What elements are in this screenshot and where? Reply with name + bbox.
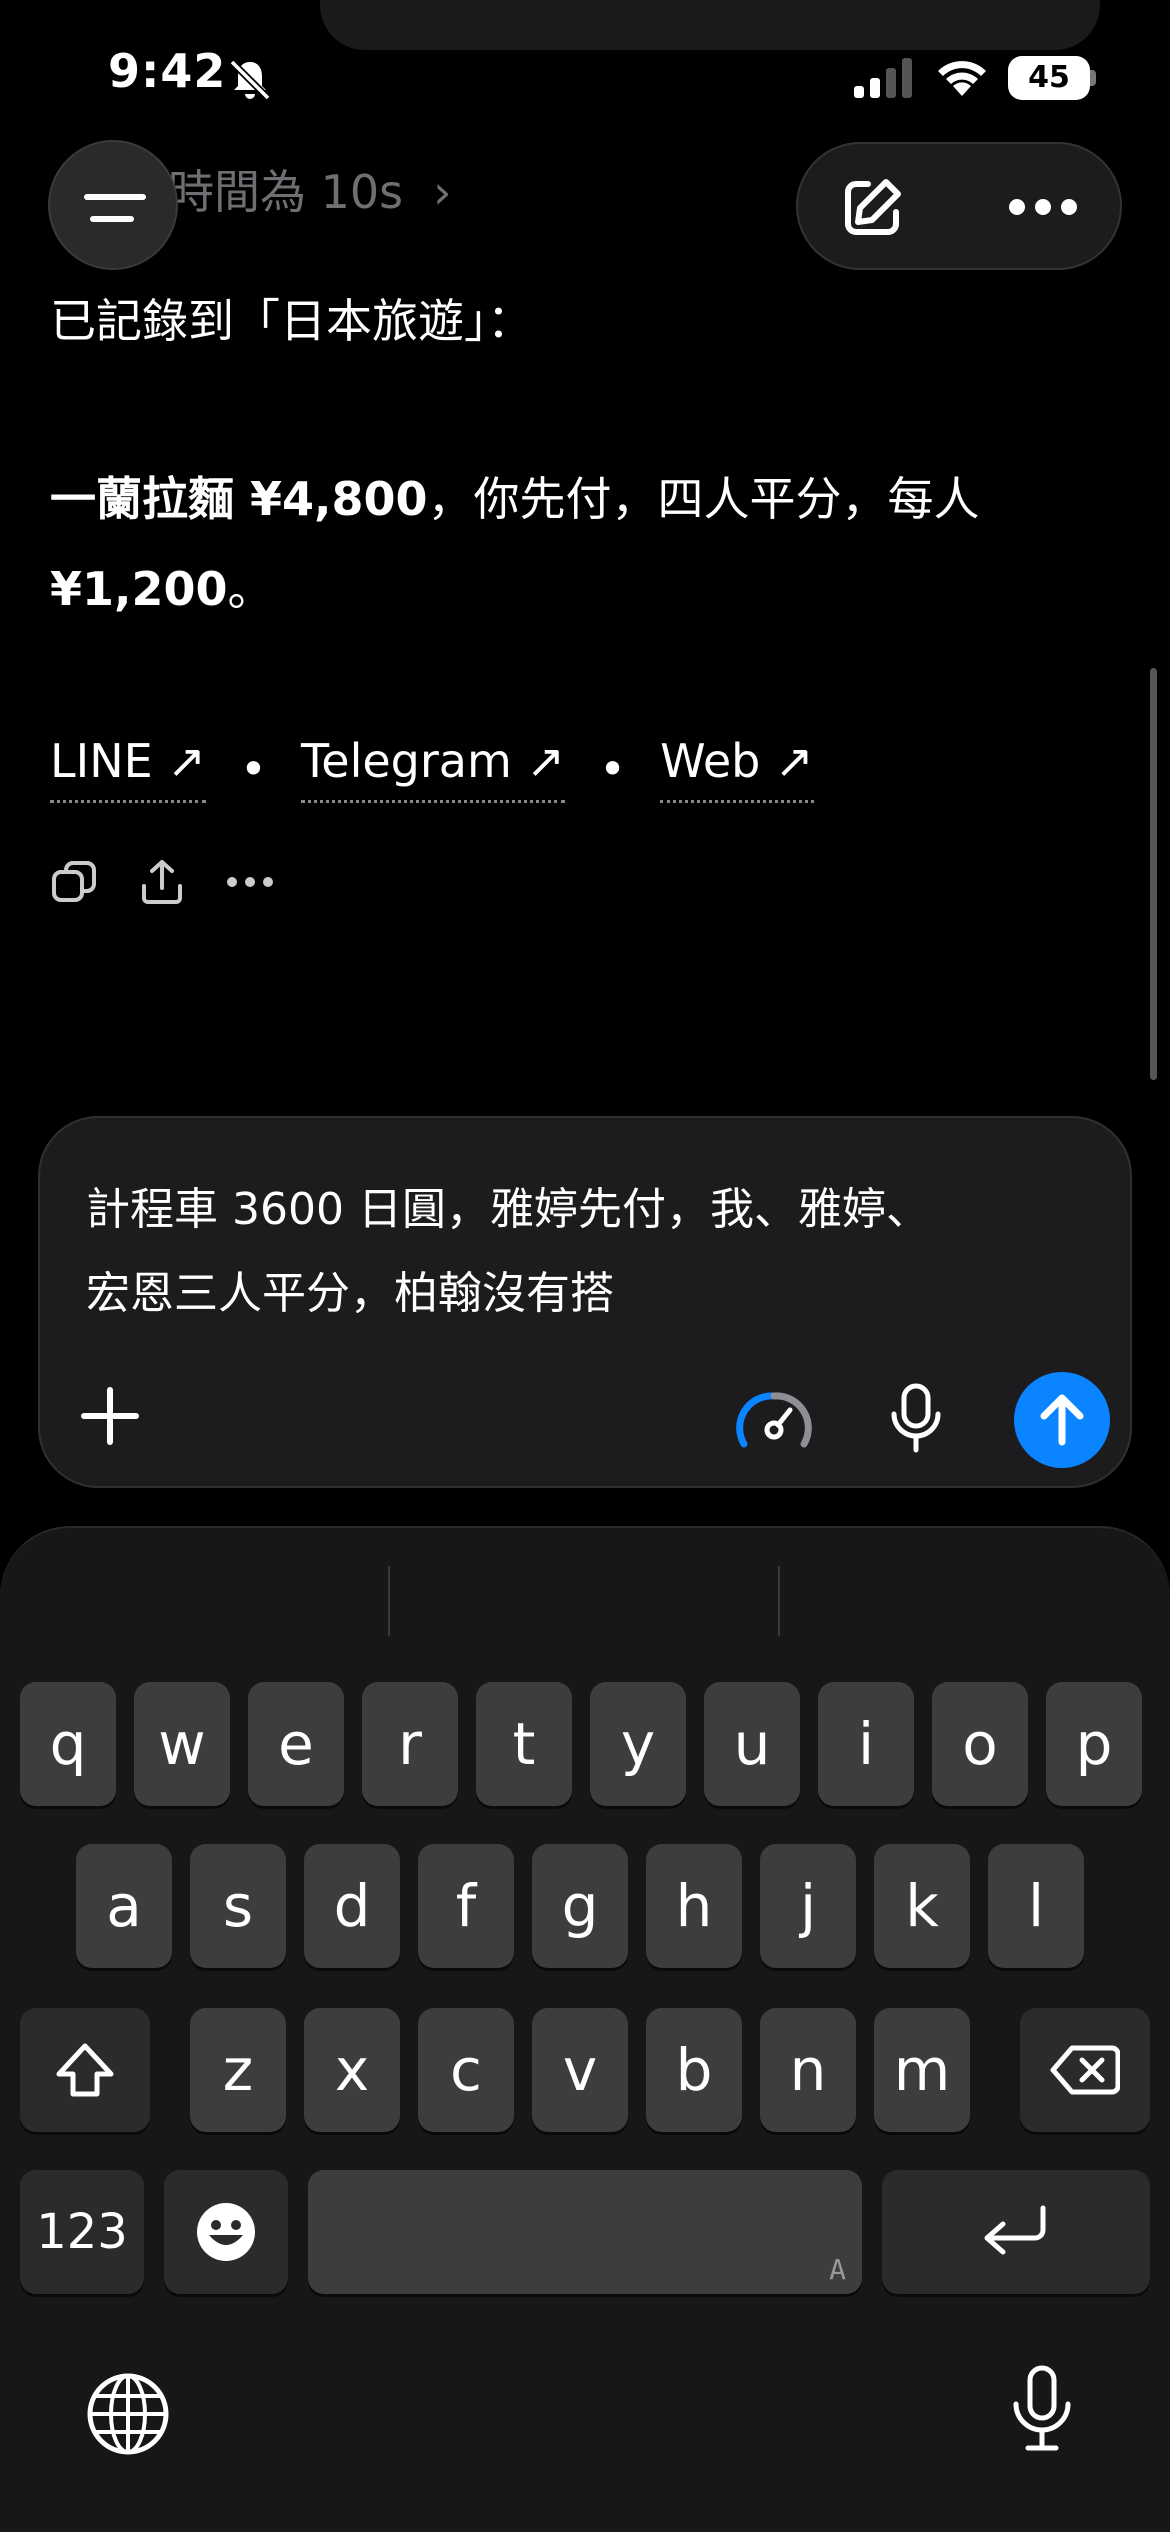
previous-message-text: 時間為 10s [168,165,404,219]
key-z[interactable]: z [190,2008,286,2132]
battery-nub [1090,70,1096,86]
key-d[interactable]: d [304,1844,400,1968]
menu-button[interactable] [48,140,178,270]
signal-icon [854,58,912,98]
share-icon[interactable] [138,858,186,906]
key-a[interactable]: a [76,1844,172,1968]
link-telegram[interactable]: Telegram ↗ [300,734,565,803]
link-web[interactable]: Web ↗ [660,734,814,803]
hamburger-icon [84,194,146,200]
backspace-icon [1050,2045,1120,2095]
dictation-icon[interactable] [1010,2364,1074,2454]
key-u[interactable]: u [704,1682,800,1806]
suggestion-divider [388,1566,390,1636]
emoji-icon [197,2203,255,2261]
key-e[interactable]: e [248,1682,344,1806]
expense-summary: 一蘭拉麵 ¥4,800，你先付，四人平分，每人 ¥1,200。 [50,454,1110,634]
platform-links: LINE ↗ • Telegram ↗ • Web ↗ [50,734,814,803]
shift-icon [56,2043,114,2097]
suggestion-divider [778,1566,780,1636]
plus-icon[interactable] [80,1386,140,1446]
hamburger-icon-line2 [90,216,134,222]
bell-slash-icon [229,59,271,101]
copy-icon[interactable] [50,858,98,906]
expense-item: 一蘭拉麵 ¥4,800 [50,472,428,526]
key-c[interactable]: c [418,2008,514,2132]
microphone-icon[interactable] [886,1382,946,1454]
top-actions [796,142,1122,270]
ellipsis-icon[interactable] [1008,198,1078,216]
message-input-line1: 計程車 3600 日圓，雅婷先付，我、雅婷、 [86,1184,930,1235]
key-k[interactable]: k [874,1844,970,1968]
key-v[interactable]: v [532,2008,628,2132]
key-h[interactable]: h [646,1844,742,1968]
space-hint: A [829,2253,846,2286]
key-g[interactable]: g [532,1844,628,1968]
message-input-line2: 宏恩三人平分，柏翰沒有搭 [86,1268,614,1319]
emoji-key[interactable] [164,2170,288,2294]
speed-gauge-icon[interactable] [734,1386,814,1452]
scrollbar[interactable] [1150,668,1157,1080]
expense-detail: ，你先付，四人平分，每人 [427,472,980,526]
message-input[interactable]: 計程車 3600 日圓，雅婷先付，我、雅婷、 宏恩三人平分，柏翰沒有搭 [86,1168,1066,1336]
shift-key[interactable] [20,2008,150,2132]
battery-icon: 45 [1008,56,1090,100]
backspace-key[interactable] [1020,2008,1150,2132]
key-y[interactable]: y [590,1682,686,1806]
key-n[interactable]: n [760,2008,856,2132]
key-r[interactable]: r [362,1682,458,1806]
key-t[interactable]: t [476,1682,572,1806]
numbers-key[interactable]: 123 [20,2170,144,2294]
key-b[interactable]: b [646,2008,742,2132]
key-p[interactable]: p [1046,1682,1142,1806]
key-o[interactable]: o [932,1682,1028,1806]
return-icon [984,2205,1046,2255]
key-j[interactable]: j [760,1844,856,1968]
globe-icon[interactable] [86,2372,170,2456]
per-person-amount: ¥1,200 [50,562,228,616]
arrow-up-icon [1040,1394,1084,1446]
key-i[interactable]: i [818,1682,914,1806]
space-key[interactable]: A [308,2170,862,2294]
link-separator: • [239,741,267,796]
link-line[interactable]: LINE ↗ [50,734,206,803]
key-m[interactable]: m [874,2008,970,2132]
sentence-end: 。 [227,562,274,616]
send-button[interactable] [1014,1372,1110,1468]
key-f[interactable]: f [418,1844,514,1968]
key-l[interactable]: l [988,1844,1084,1968]
key-s[interactable]: s [190,1844,286,1968]
link-separator: • [598,741,627,796]
message-actions [50,852,274,912]
wifi-icon [938,61,986,96]
more-icon[interactable] [226,875,274,889]
key-x[interactable]: x [304,2008,400,2132]
edit-icon[interactable] [838,174,906,242]
status-time: 9:42 [108,44,227,98]
return-key[interactable] [882,2170,1150,2294]
key-w[interactable]: w [134,1682,230,1806]
key-q[interactable]: q [20,1682,116,1806]
top-banner [320,0,1100,50]
recorded-line: 已記錄到「日本旅遊」： [50,294,533,348]
